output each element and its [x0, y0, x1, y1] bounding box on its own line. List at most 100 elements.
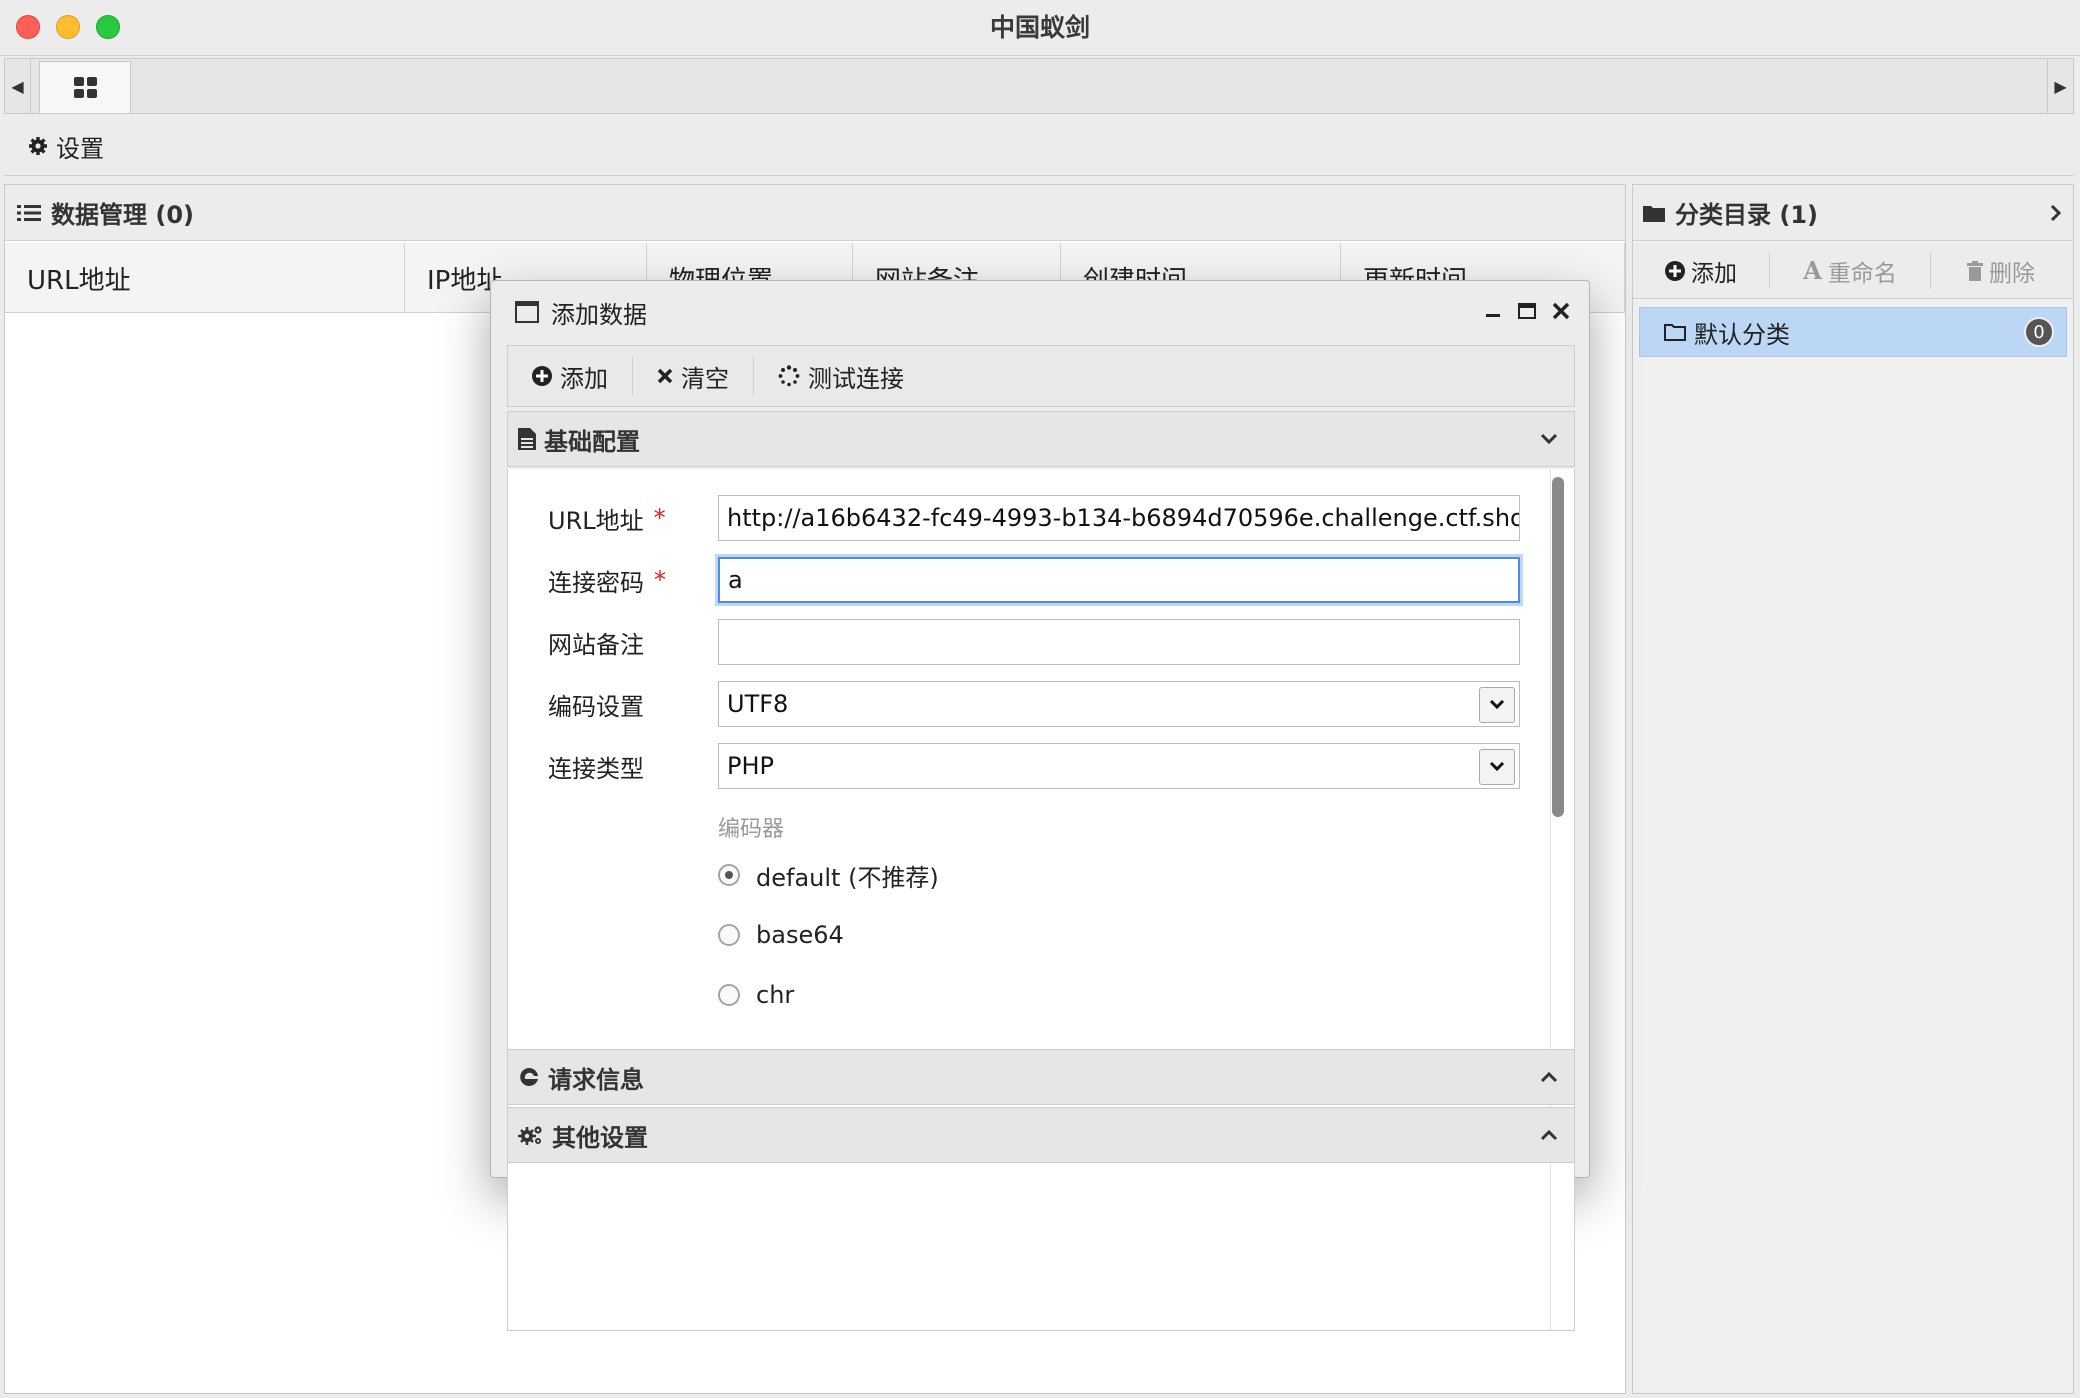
url-input[interactable]: http://a16b6432-fc49-4993-b134-b6894d705…: [718, 495, 1520, 541]
tab-scroll-left-button[interactable]: ◀: [5, 59, 31, 113]
other-settings-title: 其他设置: [552, 1123, 648, 1152]
category-delete-label: 删除: [1989, 260, 2035, 287]
settings-toolbar: 设置: [4, 116, 2074, 176]
category-add-button[interactable]: 添加: [1633, 251, 1769, 291]
radio-icon[interactable]: [718, 924, 740, 946]
chevron-up-icon: [1540, 1050, 1558, 1104]
dialog-minimize-button[interactable]: [1483, 299, 1503, 323]
edge-icon: [520, 1067, 538, 1086]
file-text-icon: [518, 428, 536, 450]
radio-icon[interactable]: [718, 984, 740, 1006]
encoder-option-label: default (不推荐): [756, 863, 939, 892]
encoding-dropdown-button[interactable]: [1479, 687, 1515, 723]
type-dropdown-button[interactable]: [1479, 749, 1515, 785]
list-icon: [17, 204, 41, 221]
settings-label: 设置: [56, 134, 104, 163]
type-value: PHP: [727, 752, 774, 780]
chevron-up-icon: [1540, 1108, 1558, 1162]
category-panel: 分类目录 (1) 添加 A 重命名 删除 默认分类 0: [1632, 184, 2074, 1394]
collapse-panel-button[interactable]: [2049, 185, 2063, 241]
encoding-value: UTF8: [727, 690, 789, 718]
caret-left-icon: ◀: [11, 76, 24, 96]
dialog-close-button[interactable]: [1551, 299, 1571, 323]
grid-icon: [73, 77, 97, 98]
note-label: 网站备注: [548, 630, 644, 659]
password-label-text: 连接密码: [548, 568, 644, 597]
dialog-clear-button[interactable]: 清空: [633, 356, 753, 396]
dialog-toolbar: 添加 清空 测试连接: [507, 345, 1575, 407]
encoder-group-label: 编码器: [718, 817, 785, 842]
category-count-badge: 0: [2024, 317, 2054, 347]
font-icon: A: [1803, 256, 1822, 285]
encoder-option-chr[interactable]: chr: [718, 975, 794, 1015]
close-icon: [1552, 302, 1570, 320]
folder-open-icon: [1664, 324, 1686, 341]
category-panel-title: 分类目录 (1): [1675, 201, 1818, 229]
gears-icon: [518, 1126, 542, 1145]
spinner-icon: [778, 365, 800, 387]
chevron-down-icon: [1489, 762, 1505, 772]
password-input[interactable]: a: [718, 557, 1520, 603]
window-title: 中国蚁剑: [989, 13, 1090, 42]
title-bar: 中国蚁剑: [0, 0, 2080, 56]
dialog-add-button[interactable]: 添加: [508, 356, 632, 396]
maximize-icon: [1518, 303, 1536, 319]
add-data-dialog: 添加数据 添加 清空 测试连接 基础配置 URL地址 * http://a16b…: [490, 280, 1590, 1331]
encoder-option-base64[interactable]: base64: [718, 915, 844, 955]
tab-strip: ◀ ▶: [4, 58, 2074, 114]
type-label: 连接类型: [548, 754, 644, 783]
request-info-title: 请求信息: [548, 1065, 644, 1094]
dialog-clear-label: 清空: [681, 364, 729, 393]
trash-icon: [1967, 260, 1983, 281]
other-settings-section-header[interactable]: 其他设置: [507, 1107, 1575, 1163]
category-rename-label: 重命名: [1827, 260, 1897, 287]
encoder-option-label: base64: [756, 921, 844, 949]
dialog-header: 添加数据: [491, 281, 1589, 343]
data-panel-title: 数据管理 (0): [51, 201, 194, 229]
radio-selected-icon[interactable]: [718, 864, 740, 886]
form-scrollbar[interactable]: [1552, 477, 1564, 817]
dialog-add-label: 添加: [560, 364, 608, 393]
encoding-label: 编码设置: [548, 692, 644, 721]
type-select[interactable]: PHP: [718, 743, 1520, 789]
category-item-label: 默认分类: [1694, 320, 1790, 349]
request-info-section-header[interactable]: 请求信息: [507, 1049, 1575, 1105]
basic-config-title: 基础配置: [544, 427, 640, 456]
close-icon: [657, 368, 673, 384]
gear-icon: [29, 137, 47, 155]
url-label-text: URL地址: [548, 506, 644, 535]
minimize-icon: [1486, 314, 1500, 317]
column-header-url[interactable]: URL地址: [5, 243, 405, 313]
category-delete-button[interactable]: 删除: [1931, 251, 2071, 291]
tab-scroll-right-button[interactable]: ▶: [2047, 59, 2073, 113]
note-input[interactable]: [718, 619, 1520, 665]
caret-right-icon: ▶: [2054, 76, 2067, 96]
encoding-select[interactable]: UTF8: [718, 681, 1520, 727]
category-panel-header: 分类目录 (1): [1633, 185, 2073, 241]
url-label: URL地址 *: [548, 495, 666, 541]
settings-button[interactable]: 设置: [28, 128, 104, 164]
dialog-test-connection-label: 测试连接: [808, 364, 904, 393]
dialog-test-connection-button[interactable]: 测试连接: [754, 356, 928, 396]
plus-circle-icon: [532, 366, 552, 386]
encoder-option-label: chr: [756, 981, 795, 1009]
plus-circle-icon: [1665, 260, 1685, 281]
dialog-maximize-button[interactable]: [1517, 299, 1537, 323]
category-toolbar: 添加 A 重命名 删除: [1633, 243, 2073, 299]
category-rename-button[interactable]: A 重命名: [1770, 251, 1930, 291]
chevron-right-icon: [2050, 204, 2062, 222]
basic-config-section-header[interactable]: 基础配置: [507, 411, 1575, 467]
required-mark: *: [653, 504, 666, 532]
data-panel-header: 数据管理 (0): [5, 185, 1625, 241]
category-add-label: 添加: [1691, 260, 1737, 287]
password-label: 连接密码 *: [548, 557, 666, 603]
basic-config-form: URL地址 * http://a16b6432-fc49-4993-b134-b…: [507, 469, 1575, 1331]
chevron-down-icon: [1489, 700, 1505, 710]
chevron-down-icon: [1540, 412, 1558, 466]
category-item[interactable]: 默认分类 0: [1639, 307, 2067, 357]
folder-icon: [1643, 205, 1665, 222]
encoder-option-default[interactable]: default (不推荐): [718, 855, 939, 895]
window-icon: [515, 301, 539, 323]
dialog-window-controls: [1483, 299, 1571, 323]
tab-home[interactable]: [39, 61, 131, 113]
